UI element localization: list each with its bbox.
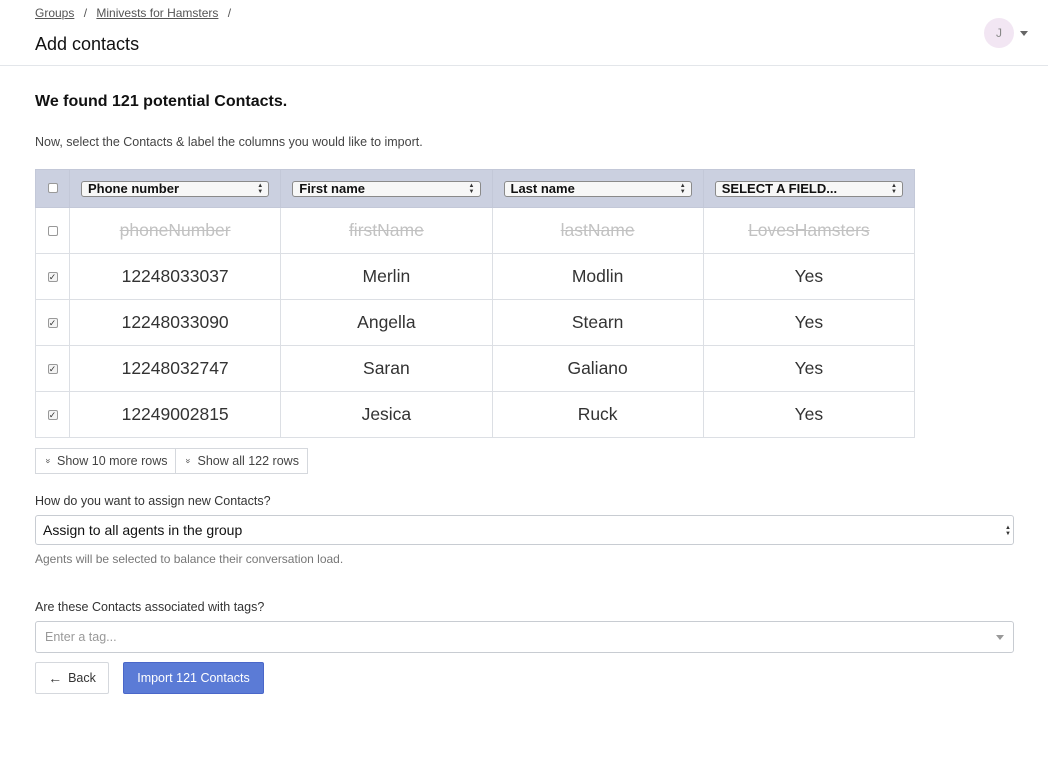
breadcrumb-groups[interactable]: Groups xyxy=(35,6,74,20)
column-field-select[interactable]: Phone number ▲ ▼ xyxy=(81,180,270,197)
row-checkbox[interactable]: ✓ xyxy=(47,410,58,421)
page-title: Add contacts xyxy=(35,34,140,54)
column-field-select[interactable]: First name ▲ ▼ xyxy=(292,180,481,197)
select-arrows-icon: ▲ ▼ xyxy=(468,182,475,195)
show-more-rows-button[interactable]: » Show 10 more rows xyxy=(35,448,177,474)
table-row: ✓ 12248032747 Saran Galiano Yes xyxy=(35,345,916,392)
table-cell: Galiano xyxy=(491,345,704,392)
table-cell: 12248032747 xyxy=(68,345,282,392)
row-checkbox-cell: ✓ xyxy=(35,253,70,300)
breadcrumb: Groups / Minivests for Hamsters / xyxy=(35,6,237,20)
page-header: Groups / Minivests for Hamsters / Add co… xyxy=(0,0,1048,66)
arrow-left-icon: ← xyxy=(48,670,63,686)
table-cell: Ruck xyxy=(491,391,704,438)
table-row: ✓ 12248033090 Angella Stearn Yes xyxy=(35,299,916,346)
table-cell: phoneNumber xyxy=(68,207,282,254)
tag-input[interactable]: Enter a tag... xyxy=(35,621,1014,653)
table-cell: 12248033037 xyxy=(68,253,282,300)
table-cell: Stearn xyxy=(491,299,704,346)
form-actions: ← Back Import 121 Contacts xyxy=(35,662,1014,694)
table-cell: Yes xyxy=(702,253,916,300)
table-cell: 12249002815 xyxy=(68,391,282,438)
column-field-value: First name xyxy=(299,181,365,196)
breadcrumb-separator: / xyxy=(227,6,232,20)
column-select-cell: Last name ▲ ▼ xyxy=(491,169,704,208)
select-all-checkbox[interactable] xyxy=(47,183,58,194)
row-checkbox-cell: ✓ xyxy=(35,345,70,392)
tag-input-placeholder: Enter a tag... xyxy=(45,630,117,644)
table-row-source-headers: phoneNumber firstName lastName LovesHams… xyxy=(35,207,916,254)
table-cell: Yes xyxy=(702,345,916,392)
select-arrows-icon: ▲ ▼ xyxy=(679,182,686,195)
table-cell: Yes xyxy=(702,391,916,438)
import-contacts-button[interactable]: Import 121 Contacts xyxy=(123,662,264,694)
column-field-select[interactable]: Last name ▲ ▼ xyxy=(503,180,692,197)
row-checkbox-cell: ✓ xyxy=(35,391,70,438)
table-row: ✓ 12249002815 Jesica Ruck Yes xyxy=(35,391,916,438)
show-more-label: Show 10 more rows xyxy=(57,454,168,468)
assign-label: How do you want to assign new Contacts? xyxy=(35,494,271,508)
caret-down-icon[interactable] xyxy=(1020,30,1028,36)
table-cell: Modlin xyxy=(491,253,704,300)
tags-label: Are these Contacts associated with tags? xyxy=(35,600,265,614)
import-label: Import 121 Contacts xyxy=(137,671,250,685)
column-select-cell: First name ▲ ▼ xyxy=(280,169,493,208)
assign-select[interactable]: Assign to all agents in the group ▲ ▼ xyxy=(35,515,1014,545)
table-cell: Jesica xyxy=(280,391,493,438)
assign-select-value: Assign to all agents in the group xyxy=(43,522,243,538)
table-cell: 12248033090 xyxy=(68,299,282,346)
user-menu[interactable]: J xyxy=(984,18,1028,48)
import-table: Phone number ▲ ▼ First name ▲ ▼ Last name … xyxy=(35,169,916,438)
column-field-select[interactable]: SELECT A FIELD... ▲ ▼ xyxy=(714,180,903,197)
table-cell: Yes xyxy=(702,299,916,346)
back-label: Back xyxy=(68,671,96,685)
instructions: Now, select the Contacts & label the col… xyxy=(35,135,423,149)
show-rows-group: » Show 10 more rows » Show all 122 rows xyxy=(35,448,1014,474)
select-arrows-icon: ▲ ▼ xyxy=(257,182,264,195)
back-button[interactable]: ← Back xyxy=(35,662,109,694)
table-row: ✓ 12248033037 Merlin Modlin Yes xyxy=(35,253,916,300)
table-cell: firstName xyxy=(280,207,493,254)
table-cell: Angella xyxy=(280,299,493,346)
row-checkbox[interactable]: ✓ xyxy=(47,318,58,329)
show-all-label: Show all 122 rows xyxy=(197,454,299,468)
double-chevron-down-icon: » xyxy=(43,458,54,464)
show-all-rows-button[interactable]: » Show all 122 rows xyxy=(176,448,308,474)
row-checkbox[interactable]: ✓ xyxy=(47,364,58,375)
row-checkbox[interactable]: ✓ xyxy=(47,272,58,283)
main-content: We found 121 potential Contacts. Now, se… xyxy=(0,93,1048,694)
assign-help-text: Agents will be selected to balance their… xyxy=(35,552,344,566)
column-select-cell: Phone number ▲ ▼ xyxy=(68,169,282,208)
row-checkbox-cell xyxy=(35,207,70,254)
column-select-cell: SELECT A FIELD... ▲ ▼ xyxy=(702,169,916,208)
column-field-value: Phone number xyxy=(88,181,180,196)
breadcrumb-separator: / xyxy=(83,6,88,20)
row-checkbox-cell: ✓ xyxy=(35,299,70,346)
table-cell: Saran xyxy=(280,345,493,392)
column-field-value: Last name xyxy=(510,181,575,196)
column-field-value: SELECT A FIELD... xyxy=(721,181,838,196)
select-all-cell xyxy=(35,169,70,208)
column-select-row: Phone number ▲ ▼ First name ▲ ▼ Last name … xyxy=(35,169,916,208)
breadcrumb-group[interactable]: Minivests for Hamsters xyxy=(96,6,218,20)
row-checkbox[interactable] xyxy=(47,226,58,237)
select-arrows-icon: ▲ ▼ xyxy=(891,182,897,195)
double-chevron-down-icon: » xyxy=(183,458,194,464)
found-title: We found 121 potential Contacts. xyxy=(35,93,288,110)
table-cell: lastName xyxy=(491,207,704,254)
avatar[interactable]: J xyxy=(984,18,1014,48)
table-cell: Merlin xyxy=(280,253,493,300)
table-cell: LovesHamsters xyxy=(702,207,916,254)
select-arrows-icon: ▲ ▼ xyxy=(1005,525,1011,537)
caret-down-icon[interactable] xyxy=(996,635,1004,640)
